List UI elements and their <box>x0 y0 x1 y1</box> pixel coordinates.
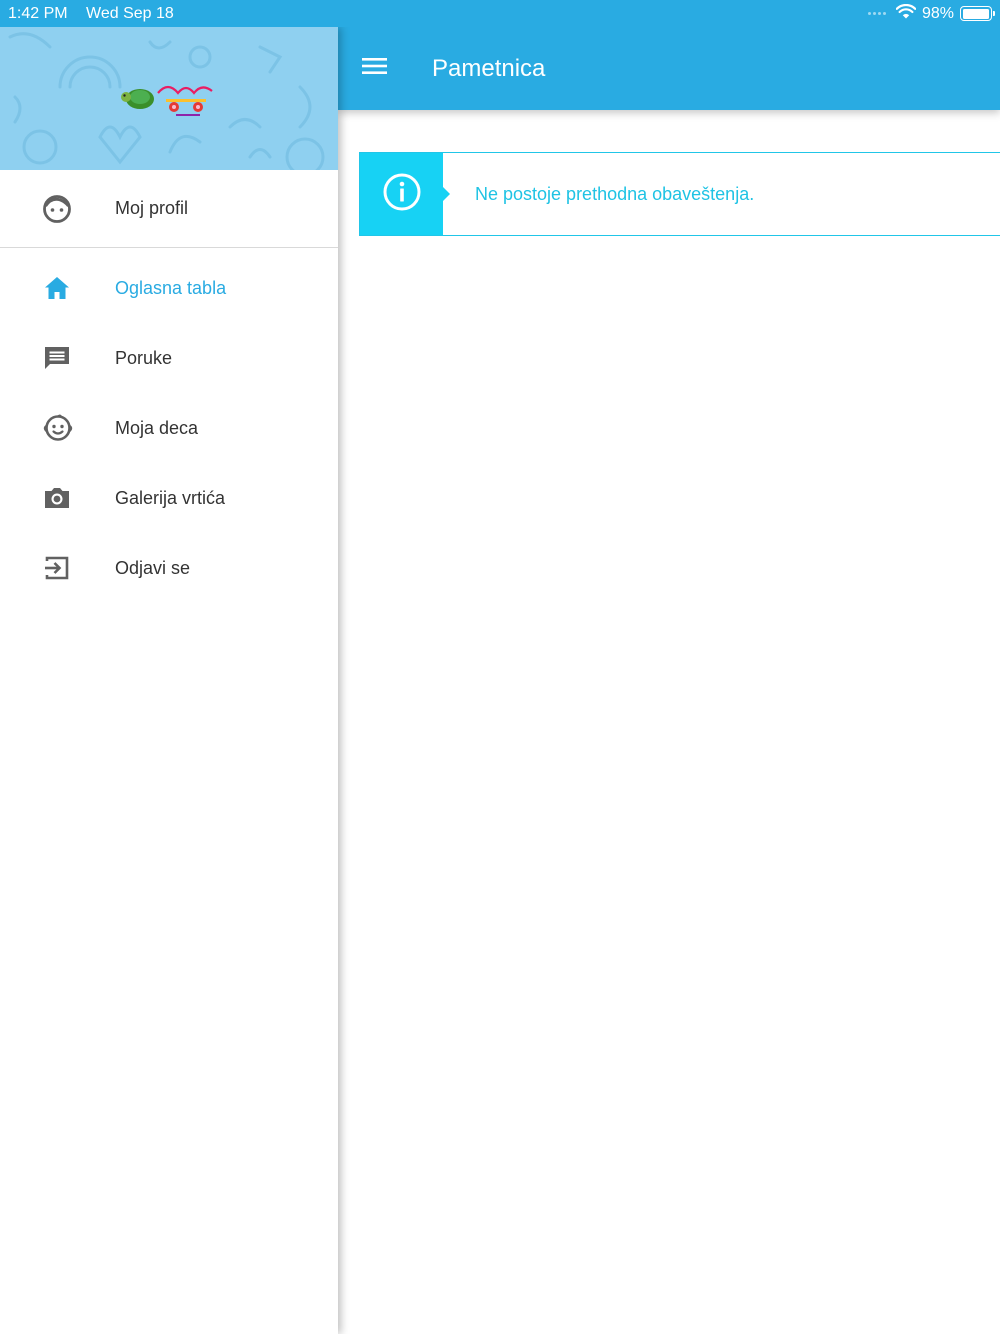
drawer-item-label: Galerija vrtića <box>115 487 226 508</box>
notice-card: Ne postoje prethodna obaveštenja. <box>359 152 1000 236</box>
logout-icon <box>0 553 115 583</box>
drawer-item-moja-deca[interactable]: Moja deca <box>0 393 338 463</box>
notice-icon-box <box>360 153 450 235</box>
pametnica-logo <box>121 85 213 116</box>
hamburger-menu-icon <box>362 56 388 81</box>
drawer-nav-list: Oglasna tabla Poruke Moja deca Galerija … <box>0 248 338 603</box>
cellular-signal-icon <box>867 12 886 15</box>
drawer-item-poruke[interactable]: Poruke <box>0 323 338 393</box>
status-date: Wed Sep 18 <box>86 4 174 22</box>
notice-text: Ne postoje prethodna obaveštenja. <box>475 183 755 204</box>
message-icon <box>0 343 115 373</box>
drawer-item-label: Poruke <box>115 347 173 368</box>
battery-level <box>962 8 989 19</box>
drawer-item-label: Odjavi se <box>115 557 191 578</box>
drawer-item-label: Moj profil <box>115 198 189 218</box>
drawer-item-oglasna-tabla[interactable]: Oglasna tabla <box>0 253 338 323</box>
menu-button[interactable] <box>338 27 412 110</box>
battery-icon <box>960 6 995 21</box>
main-content: Pametnica Ne postoje prethodna obavešten… <box>338 0 1000 1334</box>
drawer-header <box>0 27 338 170</box>
info-icon <box>382 172 422 217</box>
status-right: 98% <box>867 3 995 24</box>
face-icon <box>0 194 115 224</box>
wifi-icon <box>895 3 917 24</box>
status-left: 1:42 PM Wed Sep 18 <box>8 5 188 23</box>
drawer-item-label: Moja deca <box>115 417 199 438</box>
drawer-item-label: Oglasna tabla <box>115 277 227 298</box>
battery-percent: 98% <box>921 4 954 22</box>
home-icon <box>0 273 115 303</box>
app-bar: Pametnica <box>338 27 1000 110</box>
status-bar: 1:42 PM Wed Sep 18 98% <box>0 0 1000 27</box>
drawer-item-odjavi-se[interactable]: Odjavi se <box>0 533 338 603</box>
drawer-item-galerija[interactable]: Galerija vrtića <box>0 463 338 533</box>
drawer-item-profile[interactable]: Moj profil <box>0 170 338 248</box>
camera-icon <box>0 483 115 513</box>
status-time: 1:42 PM <box>8 4 68 22</box>
app-title: Pametnica <box>432 54 546 82</box>
navigation-drawer: Moj profil Oglasna tabla Poruke Moja dec… <box>0 27 338 1334</box>
child-face-icon <box>0 413 115 443</box>
